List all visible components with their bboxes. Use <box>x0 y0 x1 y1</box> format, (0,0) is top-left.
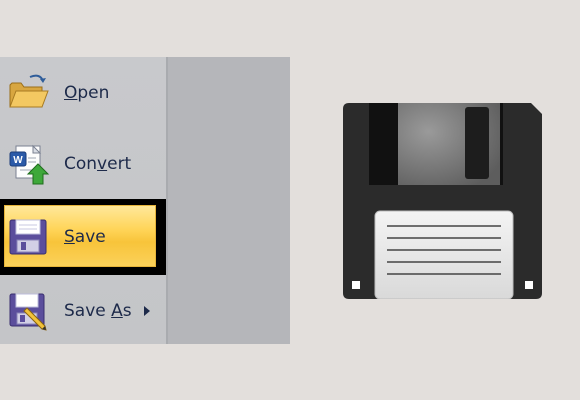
svg-text:W: W <box>13 155 23 166</box>
save-as-icon <box>9 293 47 331</box>
convert-document-icon: W <box>9 144 50 185</box>
menu-item-save[interactable]: Save <box>0 199 166 275</box>
menu-item-label: Save As <box>64 301 132 321</box>
menu-item-label: Open <box>64 83 110 103</box>
menu-item-save-as[interactable]: Save As <box>0 278 166 344</box>
submenu-arrow-icon <box>144 306 150 316</box>
menu-item-open[interactable]: Open <box>0 60 166 126</box>
folder-open-icon <box>9 74 49 108</box>
floppy-disk-icon <box>343 103 542 299</box>
menu-item-label: Convert <box>64 154 132 174</box>
menu-item-convert[interactable]: W Convert <box>0 131 166 197</box>
save-disk-icon <box>9 219 47 255</box>
recent-documents-pane <box>168 57 290 344</box>
menu-item-label: Save <box>64 227 106 247</box>
